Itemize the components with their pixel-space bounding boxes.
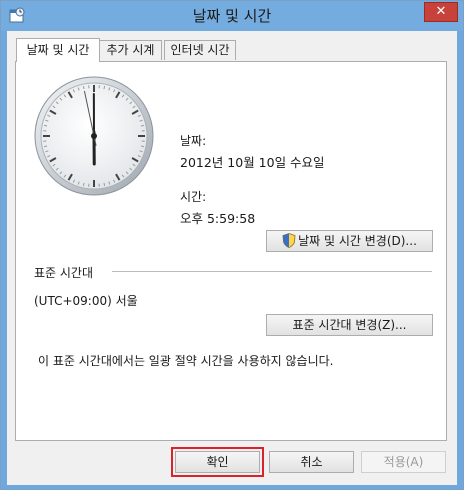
timezone-value: (UTC+09:00) 서울	[34, 294, 138, 308]
change-date-time-button[interactable]: 날짜 및 시간 변경(D)...	[266, 230, 433, 252]
tab-date-time[interactable]: 날짜 및 시간	[16, 38, 100, 62]
uac-shield-icon	[282, 233, 296, 254]
timezone-divider	[112, 271, 432, 272]
title-bar[interactable]: 날짜 및 시간 ✕	[1, 1, 463, 31]
dst-note: 이 표준 시간대에서는 일광 절약 시간을 사용하지 않습니다.	[38, 354, 334, 368]
timezone-section-label: 표준 시간대	[34, 266, 94, 280]
tab-additional-clocks[interactable]: 추가 시계	[99, 40, 162, 60]
clock-minute-tick	[44, 145, 48, 148]
time-value: 오후 5:59:58	[180, 211, 256, 226]
tab-panel-date-time: 날짜: 2012년 10월 10일 수요일 시간: 오후 5:59:58 날짜 …	[15, 61, 447, 441]
window-title: 날짜 및 시간	[192, 7, 272, 25]
clock-minute-tick	[140, 145, 144, 148]
close-button[interactable]: ✕	[424, 2, 458, 22]
analog-clock	[34, 76, 154, 196]
clock-minute-tick	[82, 182, 85, 186]
date-label: 날짜:	[180, 134, 207, 148]
apply-button[interactable]: 적용(A)	[361, 451, 446, 473]
close-icon: ✕	[435, 4, 447, 19]
dialog-body: 날짜 및 시간 추가 시계 인터넷 시간 날짜: 2012년 10월 10일 수…	[7, 31, 457, 485]
cancel-button[interactable]: 취소	[269, 451, 354, 473]
date-time-dialog: 날짜 및 시간 ✕ 날짜 및 시간 추가 시계 인터넷 시간 날짜: 2012년…	[0, 0, 464, 490]
clock-minute-tick	[82, 86, 85, 90]
ok-button[interactable]: 확인	[171, 447, 264, 477]
tab-internet-time[interactable]: 인터넷 시간	[164, 40, 236, 60]
date-value: 2012년 10월 10일 수요일	[180, 155, 325, 170]
clock-minute-tick	[140, 124, 144, 127]
clock-minute-tick	[103, 182, 106, 186]
clock-minute-tick	[103, 86, 106, 90]
clock-minute-tick	[44, 124, 48, 127]
change-date-time-label: 날짜 및 시간 변경(D)...	[298, 234, 417, 248]
change-timezone-button[interactable]: 표준 시간대 변경(Z)...	[266, 314, 433, 336]
time-label: 시간:	[180, 190, 207, 204]
